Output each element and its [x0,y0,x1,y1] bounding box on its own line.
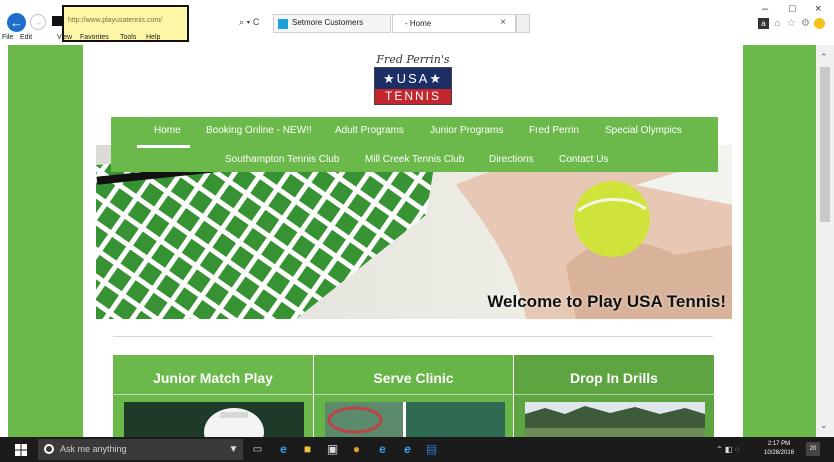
nav-directions[interactable]: Directions [489,154,533,165]
clock-date: 10/28/2016 [764,450,795,456]
edge-icon[interactable]: e [276,442,291,457]
edge-icon[interactable]: e [375,442,390,457]
tab-close-icon[interactable]: × [500,17,506,28]
clock-time: 2:17 PM [767,441,791,447]
card-junior-match-play[interactable]: Junior Match Play [113,355,313,437]
tab-label: Setmore Customers [292,18,364,27]
menu-tools[interactable]: Tools [120,34,136,41]
menu-bar: File Edit View Favorites Tools Help [0,34,834,44]
nav-adult-programs[interactable]: Adult Programs [335,125,404,136]
nav-contact-us[interactable]: Contact Us [559,154,608,165]
logo-tennis: TENNIS [375,89,451,104]
site-favicon-icon [52,16,62,26]
close-window-button[interactable]: × [815,3,821,15]
gear-icon[interactable]: ⚙ [800,18,811,29]
cortana-search-box[interactable]: Ask me anything [38,439,243,460]
scroll-up-icon[interactable]: ⌃ [820,52,828,63]
card-title: Junior Match Play [153,370,273,386]
nav-booking-online[interactable]: Booking Online - NEW!! [206,125,312,136]
card-title: Drop In Drills [570,370,658,386]
menu-file[interactable]: File [2,34,13,41]
menu-favorites[interactable]: Favorites [80,34,109,41]
cortana-icon [44,444,54,454]
nav-southampton-tennis-club[interactable]: Southampton Tennis Club [225,154,339,165]
section-divider [113,336,713,337]
card-image [525,402,705,437]
search-placeholder: Ask me anything [60,444,127,454]
hero-welcome-text: Welcome to Play USA Tennis! [487,292,726,311]
minimize-button[interactable]: – [762,3,768,15]
windows-taskbar: Ask me anything ▼ ▭ e ■ ▣ ● e e ▤ ⌃ ◧ ◌ … [0,437,834,462]
microphone-icon[interactable]: ▼ [226,442,241,457]
nav-home[interactable]: Home [154,125,181,136]
clock[interactable]: 2:17 PM 10/28/2016 [764,440,794,458]
maximize-button[interactable]: □ [789,3,796,15]
nav-mill-creek-tennis-club[interactable]: Mill Creek Tennis Club [365,154,464,165]
scroll-thumb[interactable] [820,67,830,222]
address-url: http://www.playusatennis.com/ [68,17,163,24]
nav-junior-programs[interactable]: Junior Programs [430,125,503,136]
new-tab-button[interactable] [516,14,530,33]
logo-script: Fred Perrin's [376,53,450,66]
card-title: Serve Clinic [373,370,454,386]
logo-box: ★USA★ TENNIS [374,67,452,105]
logo-usa: ★USA★ [375,68,451,89]
chrome-icon[interactable]: ● [349,442,364,457]
profile-icon[interactable]: a [758,18,769,29]
ie-icon[interactable]: e [400,442,415,457]
browser-chrome: ← → http://www.playusatennis.com/ ⌕ ▾ C … [0,0,834,44]
file-explorer-icon[interactable]: ■ [300,442,315,457]
action-center-icon[interactable]: 20 [806,442,820,456]
page-viewport: Fred Perrin's ★USA★ TENNIS Welcome to Pl… [8,45,816,437]
home-icon[interactable]: ⌂ [772,18,783,29]
card-rule [113,394,313,395]
menu-edit[interactable]: Edit [20,34,32,41]
windows-start-icon[interactable] [15,444,27,456]
main-navigation: Home Booking Online - NEW!! Adult Progra… [111,117,718,172]
back-button[interactable]: ← [7,13,26,32]
outlook-icon[interactable]: ▤ [424,442,439,457]
tab-label: - Home [405,19,432,28]
card-image [124,402,304,437]
system-tray-icons[interactable]: ⌃ ◧ ◌ [716,445,739,454]
screen: ← → http://www.playusatennis.com/ ⌕ ▾ C … [0,0,834,462]
page-content: Fred Perrin's ★USA★ TENNIS Welcome to Pl… [83,45,743,437]
menu-help[interactable]: Help [146,34,160,41]
setmore-icon [278,19,288,29]
store-icon[interactable]: ▣ [325,442,340,457]
smiley-icon[interactable] [814,18,825,29]
nav-fred-perrin[interactable]: Fred Perrin [529,125,579,136]
star-icon[interactable]: ☆ [786,18,797,29]
card-rule [514,394,714,395]
card-serve-clinic[interactable]: Serve Clinic [314,355,513,437]
task-view-icon[interactable]: ▭ [250,442,265,457]
nav-active-indicator [137,145,190,148]
site-logo[interactable]: Fred Perrin's ★USA★ TENNIS [372,53,454,105]
forward-button[interactable]: → [30,14,46,30]
nav-special-olympics[interactable]: Special Olympics [605,125,682,136]
scroll-down-icon[interactable]: ⌄ [820,420,828,431]
tab-home[interactable]: - Home × [392,14,516,33]
menu-view[interactable]: View [57,34,72,41]
vertical-scrollbar[interactable]: ⌃ ⌄ [816,45,834,437]
card-drop-in-drills[interactable]: Drop In Drills [514,355,714,437]
card-rule [314,394,513,395]
card-image [325,402,505,437]
search-refresh-controls[interactable]: ⌕ ▾ C [239,17,259,28]
tab-setmore-customers[interactable]: Setmore Customers [273,14,391,33]
